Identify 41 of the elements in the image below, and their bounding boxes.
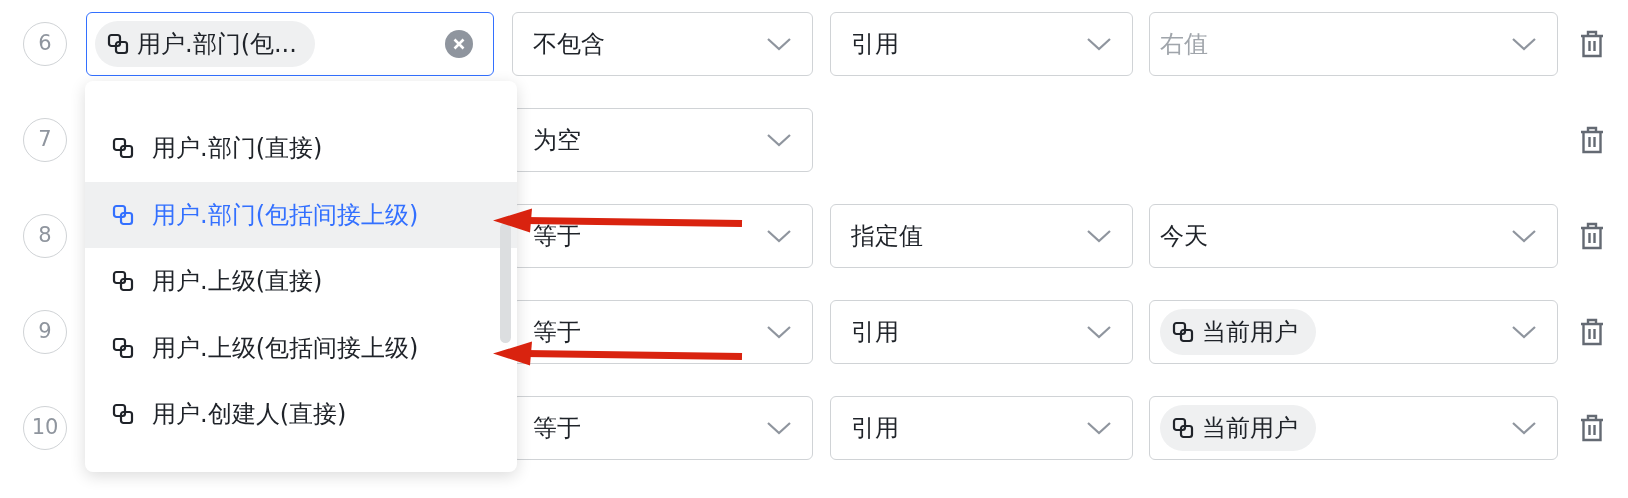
delete-icon[interactable] [1580,30,1604,58]
field-select[interactable]: 用户.部门(包... [86,12,494,76]
value-type-select[interactable]: 引用 [830,12,1133,76]
caret-icon [766,133,792,147]
clear-icon[interactable] [445,30,473,58]
link-icon [112,336,134,359]
caret-icon [766,325,792,339]
caret-icon [1511,325,1537,339]
link-icon [112,203,134,226]
dropdown-option[interactable]: 用户.部门(包括间接上级) [85,181,517,248]
value-select[interactable]: 当前用户 [1149,396,1558,460]
caret-icon [1086,325,1112,339]
caret-icon [1086,229,1112,243]
caret-icon [1086,421,1112,435]
value-type-select[interactable]: 指定值 [830,204,1133,268]
reference-tag: 当前用户 [1160,405,1316,451]
link-icon [1172,321,1194,343]
value-select[interactable]: 当前用户 [1149,300,1558,364]
link-icon [112,137,134,160]
value-select[interactable]: 今天 [1149,204,1558,268]
link-icon [107,33,129,55]
caret-icon [1511,37,1537,51]
link-icon [112,403,134,426]
delete-icon[interactable] [1580,126,1604,154]
reference-tag: 用户.部门(包... [95,21,315,67]
caret-icon [766,229,792,243]
delete-icon[interactable] [1580,318,1604,346]
reference-tag: 当前用户 [1160,309,1316,355]
delete-icon[interactable] [1580,222,1604,250]
value-type-select[interactable]: 引用 [830,300,1133,364]
link-icon [112,270,134,293]
scrollbar[interactable] [500,223,511,343]
link-icon [1172,417,1194,439]
operator-select[interactable]: 不包含 [512,12,813,76]
caret-icon [766,37,792,51]
caret-icon [1086,37,1112,51]
delete-icon[interactable] [1580,414,1604,442]
caret-icon [1511,421,1537,435]
caret-icon [1511,229,1537,243]
caret-icon [766,421,792,435]
value-type-select[interactable]: 引用 [830,396,1133,460]
